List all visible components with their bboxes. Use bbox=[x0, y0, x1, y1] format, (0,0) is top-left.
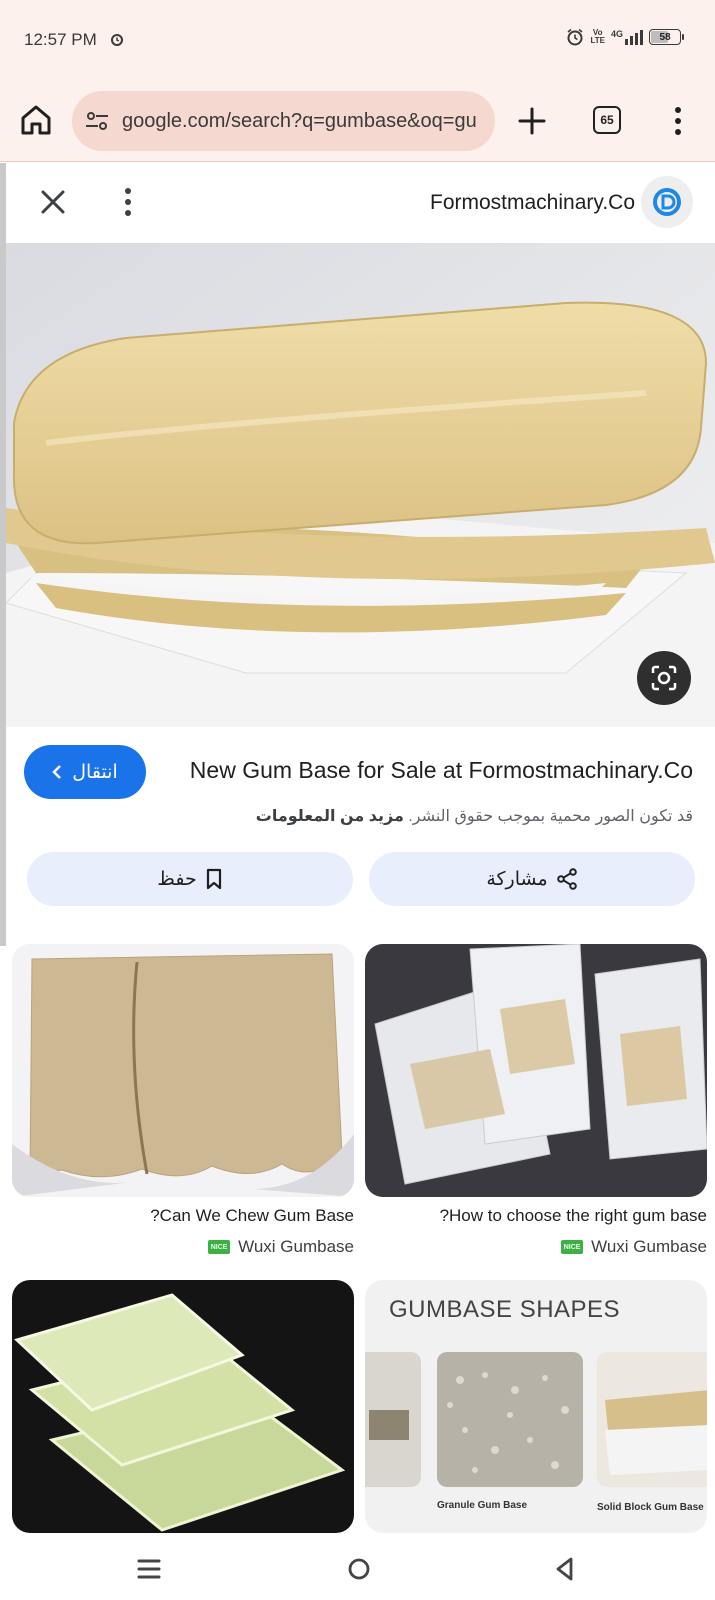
copyright-notice: قد تكون الصور محمية بموجب حقوق النشر. مز… bbox=[256, 806, 693, 826]
result-source: NICE Wuxi Gumbase bbox=[12, 1237, 354, 1257]
signal-icon: 4G bbox=[610, 28, 643, 45]
result-thumbnail[interactable]: GUMBASE SHAPES Granule Gum Base Solid Bl… bbox=[365, 1280, 707, 1533]
save-label: حفظ bbox=[157, 868, 197, 890]
status-time: 12:57 PM bbox=[24, 30, 97, 49]
result-card[interactable] bbox=[12, 1280, 354, 1533]
bookmark-icon bbox=[206, 868, 221, 890]
recents-icon[interactable] bbox=[134, 1554, 164, 1584]
shape-label: Solid Block Gum Base bbox=[597, 1502, 704, 1513]
back-icon[interactable] bbox=[550, 1554, 580, 1584]
volte-indicator: Vo LTE bbox=[590, 29, 605, 45]
url-bar[interactable]: google.com/search?q=gumbase&oq=gu bbox=[72, 91, 495, 151]
gum-slab-image bbox=[12, 944, 354, 1197]
url-text[interactable]: google.com/search?q=gumbase&oq=gu bbox=[122, 110, 492, 133]
visit-button[interactable]: انتقال bbox=[24, 745, 146, 799]
source-name: Wuxi Gumbase bbox=[591, 1237, 707, 1256]
lens-button[interactable] bbox=[637, 651, 691, 705]
preview-image[interactable] bbox=[6, 243, 715, 727]
chevron-left-icon bbox=[52, 765, 62, 779]
result-title[interactable]: ?Can We Chew Gum Base bbox=[12, 1206, 354, 1226]
more-vert-icon[interactable] bbox=[672, 104, 684, 138]
panel-header: Formostmachinary.Co bbox=[6, 163, 715, 243]
gumbase-shapes-image bbox=[365, 1352, 707, 1487]
tab-count: 65 bbox=[600, 113, 614, 127]
site-name[interactable]: Formostmachinary.Co bbox=[430, 191, 635, 215]
alarm-icon bbox=[111, 34, 123, 46]
site-logo[interactable] bbox=[641, 176, 693, 228]
close-icon[interactable] bbox=[36, 185, 70, 219]
plus-icon[interactable] bbox=[515, 104, 549, 138]
network-type: 4G bbox=[610, 28, 623, 39]
nice-badge: NICE bbox=[561, 1240, 584, 1254]
gum-base-image bbox=[6, 243, 715, 727]
nice-badge: NICE bbox=[208, 1240, 231, 1254]
green-gum-blocks-image bbox=[12, 1280, 354, 1533]
share-button[interactable]: مشاركة bbox=[369, 852, 695, 906]
tab-switcher-icon[interactable]: 65 bbox=[593, 106, 621, 134]
result-card[interactable]: ?How to choose the right gum base NICE W… bbox=[365, 944, 707, 1257]
shape-label: Granule Gum Base bbox=[437, 1500, 528, 1511]
result-thumbnail[interactable] bbox=[12, 944, 354, 1197]
battery-icon: 58 bbox=[649, 29, 684, 45]
site-logo-icon bbox=[653, 188, 681, 216]
more-vert-icon[interactable] bbox=[122, 185, 134, 219]
battery-level: 58 bbox=[659, 31, 671, 43]
tune-icon[interactable] bbox=[84, 108, 110, 134]
gum-packages-image bbox=[365, 944, 707, 1197]
status-icons: Vo LTE 4G 58 bbox=[566, 28, 684, 46]
result-thumbnail[interactable] bbox=[365, 944, 707, 1197]
source-name: Wuxi Gumbase bbox=[238, 1237, 354, 1256]
visit-button-label: انتقال bbox=[72, 761, 118, 783]
result-card[interactable]: ?Can We Chew Gum Base NICE Wuxi Gumbase bbox=[12, 944, 354, 1257]
result-thumbnail[interactable] bbox=[12, 1280, 354, 1533]
copyright-text: قد تكون الصور محمية بموجب حقوق النشر. bbox=[408, 808, 693, 825]
result-title[interactable]: ?How to choose the right gum base bbox=[365, 1206, 707, 1226]
alarm-icon bbox=[567, 28, 583, 46]
share-label: مشاركة bbox=[486, 868, 548, 890]
volte-bottom: LTE bbox=[590, 36, 605, 45]
system-nav-bar bbox=[0, 1540, 715, 1600]
result-title[interactable]: New Gum Base for Sale at Formostmachinar… bbox=[190, 757, 693, 784]
result-card[interactable]: GUMBASE SHAPES Granule Gum Base Solid Bl… bbox=[365, 1280, 707, 1533]
more-info-link[interactable]: مزيد من المعلومات bbox=[256, 808, 404, 825]
home-nav-icon[interactable] bbox=[344, 1554, 374, 1584]
share-icon bbox=[556, 868, 577, 890]
status-bar: 12:57 PM Vo LTE 4G 58 bbox=[0, 0, 715, 82]
lens-icon bbox=[651, 665, 677, 691]
result-source: NICE Wuxi Gumbase bbox=[365, 1237, 707, 1257]
browser-toolbar: google.com/search?q=gumbase&oq=gu 65 bbox=[0, 82, 715, 162]
home-icon[interactable] bbox=[18, 102, 54, 138]
save-button[interactable]: حفظ bbox=[27, 852, 353, 906]
